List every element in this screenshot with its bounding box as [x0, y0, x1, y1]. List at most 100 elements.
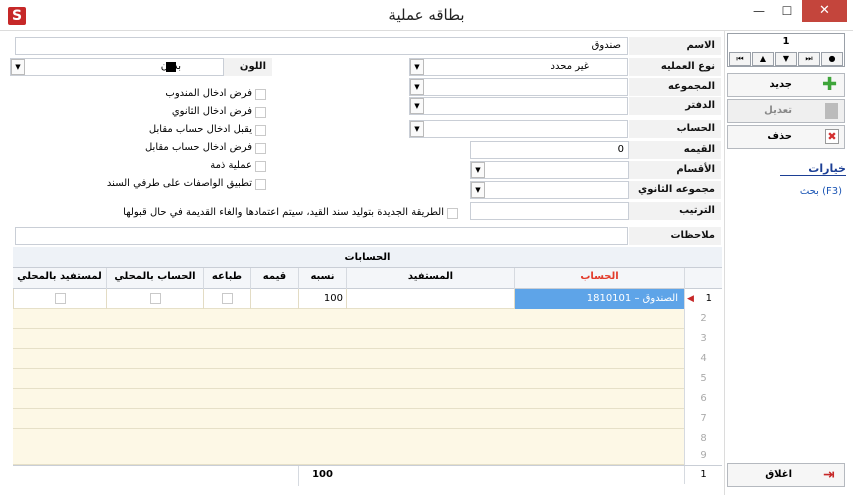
account-select[interactable]: ▼ [409, 120, 628, 138]
check-label: فرض ادخال المندوب [165, 88, 252, 99]
op-type-label: نوع العمليه [629, 58, 721, 76]
percent-cell[interactable]: 100 [298, 289, 346, 309]
group-label: المجموعه [629, 78, 721, 96]
require-counter-account-checkbox[interactable] [255, 143, 266, 154]
group-select[interactable]: ▼ [409, 78, 628, 96]
check-label: عملية ذمة [210, 160, 252, 171]
chevron-down-icon[interactable]: ▼ [471, 162, 485, 178]
color-label: اللون [224, 58, 272, 76]
col-print[interactable]: طباعه [203, 268, 250, 289]
secondary-group-select[interactable]: ▼ [470, 181, 629, 199]
new-method-checkbox[interactable] [447, 208, 458, 219]
maximize-button[interactable]: ☐ [773, 0, 801, 22]
chevron-down-icon[interactable]: ▼ [471, 182, 485, 198]
col-account[interactable]: الحساب [514, 268, 684, 289]
accept-counter-account-checkbox[interactable] [255, 125, 266, 136]
chevron-down-icon[interactable]: ▼ [11, 59, 25, 75]
delete-icon: ✖ [825, 129, 839, 144]
book-label: الدفتر [629, 97, 721, 115]
grid-footer: 100 1 [13, 465, 722, 486]
col-value[interactable]: قيمه [250, 268, 298, 289]
table-row[interactable]: 2 [13, 309, 722, 329]
table-row[interactable]: 8 [13, 429, 722, 449]
row-number: 5 [684, 369, 722, 389]
check-label: فرض ادخال الثانوي [171, 106, 252, 117]
col-account-local[interactable]: الحساب بالمحلي [106, 268, 203, 289]
chevron-down-icon[interactable]: ▼ [410, 59, 424, 75]
secondary-group-label: مجموعه الثانوي [629, 181, 721, 199]
table-row[interactable]: 9 [13, 447, 722, 465]
minimize-button[interactable]: — [745, 0, 773, 22]
col-percent[interactable]: نسبه [298, 268, 346, 289]
check-label: فرض ادخال حساب مقابل [144, 142, 252, 153]
row-number: 4 [684, 349, 722, 369]
row-number: 2 [684, 309, 722, 329]
table-row[interactable]: 5 [13, 369, 722, 389]
value-label: القيمه [629, 141, 721, 159]
value-field[interactable]: 0 [470, 141, 629, 159]
chevron-down-icon[interactable]: ▼ [410, 98, 424, 114]
beneficiary-local-checkbox[interactable] [55, 293, 66, 304]
apply-descriptors-checkbox[interactable] [255, 179, 266, 190]
table-row[interactable]: 100 1810101 – الصندوق ◀ 1 [13, 289, 722, 309]
table-row[interactable]: 4 [13, 349, 722, 369]
name-value: صندوق [591, 40, 621, 51]
row-number: 3 [684, 329, 722, 349]
current-row-marker-icon: ◀ [687, 294, 694, 304]
table-row[interactable]: 7 [13, 409, 722, 429]
op-type-select[interactable]: غير محدد ▼ [409, 58, 628, 76]
beneficiary-cell[interactable] [346, 289, 514, 309]
footer-total: 100 [298, 466, 346, 486]
order-field[interactable] [470, 202, 629, 220]
window-title: بطاقه عملية [388, 6, 465, 24]
row-number: 9 [684, 447, 722, 465]
value-cell[interactable] [250, 289, 298, 309]
require-rep-checkbox[interactable] [255, 89, 266, 100]
chevron-down-icon[interactable]: ▼ [410, 79, 424, 95]
col-beneficiary[interactable]: المستفيد [346, 268, 514, 289]
row-number: ◀ 1 [684, 289, 722, 309]
print-checkbox[interactable] [222, 293, 233, 304]
table-row[interactable]: 6 [13, 389, 722, 409]
footer-count: 1 [684, 466, 722, 484]
check-label: تطبيق الواصفات على طرفي السند [106, 178, 252, 189]
order-label: الترتيب [629, 202, 721, 220]
row-number: 6 [684, 389, 722, 409]
color-swatch [166, 62, 176, 72]
delete-button[interactable]: حذف ✖ [727, 125, 845, 149]
last-record-button[interactable]: ⏭ [798, 52, 820, 66]
sections-label: الأقسام [629, 161, 721, 179]
grid-caption: الحسابات [13, 247, 722, 268]
new-button[interactable]: جديد ✚ [727, 73, 845, 97]
notes-field[interactable] [15, 227, 628, 245]
account-cell[interactable]: 1810101 – الصندوق [514, 289, 684, 309]
next-record-button[interactable]: ▼ [775, 52, 797, 66]
name-field[interactable]: صندوق [15, 37, 628, 55]
sections-select[interactable]: ▼ [470, 161, 629, 179]
book-select[interactable]: ▼ [409, 97, 628, 115]
op-type-value: غير محدد [550, 61, 589, 72]
col-rownum [684, 268, 722, 289]
value-value: 0 [617, 144, 624, 155]
options-header: خيارات [780, 162, 846, 176]
edit-button[interactable]: تعديل [727, 99, 845, 123]
record-number: 1 [782, 36, 790, 47]
search-link[interactable]: بحث (F3) [762, 186, 842, 197]
close-button[interactable]: اغلاق ⇥ [727, 463, 845, 487]
prev-record-button[interactable]: ▲ [752, 52, 774, 66]
close-window-button[interactable]: ✕ [802, 0, 847, 22]
row-number: 7 [684, 409, 722, 429]
table-row[interactable]: 3 [13, 329, 722, 349]
first-record-button[interactable]: ⏮ [729, 52, 751, 66]
col-beneficiary-local[interactable]: لمستفيد بالمحلي [13, 268, 106, 289]
color-select[interactable]: ▼ بدون [10, 58, 224, 76]
account-local-checkbox[interactable] [150, 293, 161, 304]
chevron-down-icon[interactable]: ▼ [410, 121, 424, 137]
liability-op-checkbox[interactable] [255, 161, 266, 172]
require-secondary-checkbox[interactable] [255, 107, 266, 118]
notes-label: ملاحظات [629, 227, 721, 245]
current-record-button[interactable]: ● [821, 52, 843, 66]
row-number: 8 [684, 429, 722, 449]
check-label: يقبل ادخال حساب مقابل [148, 124, 252, 135]
document-icon [825, 103, 838, 119]
